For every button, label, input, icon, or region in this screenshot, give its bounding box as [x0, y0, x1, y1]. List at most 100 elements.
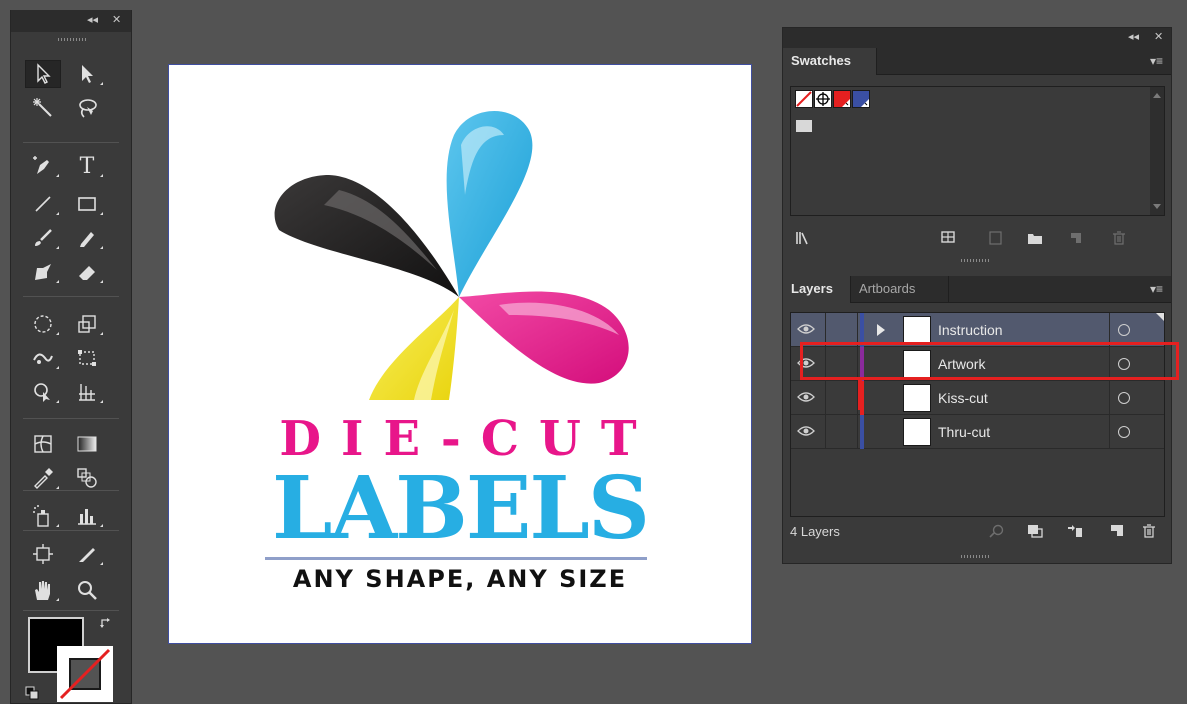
panel-resize-grip[interactable]: [961, 259, 989, 262]
gradient-tool[interactable]: [69, 430, 105, 458]
layer-color-indicator: [860, 415, 864, 449]
zoom-tool[interactable]: [69, 576, 105, 604]
blob-brush-tool[interactable]: [25, 258, 61, 286]
make-clipping-mask-icon[interactable]: [1027, 524, 1043, 538]
current-layer-indicator-icon: [1156, 313, 1164, 321]
paintbrush-icon: [35, 229, 52, 246]
layer-row-kiss-cut[interactable]: Kiss-cut: [791, 381, 1164, 415]
collapse-panel-icon[interactable]: ◂◂: [87, 13, 98, 26]
visibility-eye-icon[interactable]: [797, 425, 815, 437]
show-swatch-kinds-icon[interactable]: [941, 231, 957, 245]
rotate-tool[interactable]: [25, 310, 61, 338]
blend-tool[interactable]: [69, 464, 105, 492]
locate-object-icon[interactable]: [989, 524, 1005, 538]
panel-resize-grip[interactable]: [961, 555, 989, 558]
paintbrush-tool[interactable]: [25, 224, 61, 252]
panel-grip[interactable]: [58, 38, 86, 41]
symbol-sprayer-tool[interactable]: [25, 502, 61, 530]
perspective-grid-tool[interactable]: [69, 378, 105, 406]
create-new-layer-icon[interactable]: [1109, 524, 1125, 538]
pen-tool[interactable]: [25, 152, 61, 180]
new-swatch-icon[interactable]: [1068, 231, 1084, 245]
width-tool-icon: [33, 353, 53, 364]
tab-layers[interactable]: Layers: [783, 276, 851, 303]
expand-layer-arrow-icon[interactable]: [877, 324, 885, 336]
swatch-registration[interactable]: [814, 90, 832, 108]
layer-target-icon[interactable]: [1118, 392, 1130, 404]
eyedropper-tool[interactable]: [25, 464, 61, 492]
pencil-tool[interactable]: [69, 224, 105, 252]
swatch-blue[interactable]: [852, 90, 870, 108]
column-graph-icon: [78, 509, 96, 525]
direct-selection-tool[interactable]: [69, 60, 105, 88]
swatch-options-icon[interactable]: [988, 231, 1004, 245]
layer-thumbnail: [903, 350, 931, 378]
hand-tool[interactable]: [25, 576, 61, 604]
panel-dock: ◂◂ ✕ Swatches ▾≡ Layers Artboards ▾≡ Ins…: [782, 27, 1172, 564]
new-color-group-icon[interactable]: [1027, 231, 1043, 245]
scale-tool[interactable]: [69, 310, 105, 338]
selection-tool[interactable]: [25, 60, 61, 88]
scroll-down-icon: [1153, 204, 1161, 209]
layer-color-indicator: [860, 313, 864, 347]
registration-icon: [816, 92, 830, 106]
delete-swatch-icon[interactable]: [1111, 231, 1127, 245]
selection-arrow-icon: [37, 63, 51, 84]
swatches-menu-icon[interactable]: ▾≡: [1150, 54, 1163, 68]
tool-divider: [23, 530, 119, 531]
swatch-none[interactable]: [795, 90, 813, 108]
direct-selection-arrow-icon: [82, 65, 93, 83]
column-graph-tool[interactable]: [69, 502, 105, 530]
tab-artboards[interactable]: Artboards: [851, 276, 949, 303]
layer-target-icon[interactable]: [1118, 426, 1130, 438]
layer-name[interactable]: Instruction: [938, 313, 1003, 347]
tools-panel-header[interactable]: ◂◂ ✕: [11, 10, 131, 32]
lasso-tool[interactable]: [69, 94, 105, 122]
visibility-eye-icon[interactable]: [797, 323, 815, 335]
mesh-tool[interactable]: [25, 430, 61, 458]
slice-tool[interactable]: [69, 540, 105, 568]
type-tool[interactable]: T: [69, 152, 105, 180]
line-segment-icon: [35, 196, 51, 212]
layer-thumbnail: [903, 384, 931, 412]
close-dock-icon[interactable]: ✕: [1154, 30, 1163, 43]
default-fill-stroke-icon[interactable]: [25, 686, 39, 704]
layer-name[interactable]: Thru-cut: [938, 415, 990, 449]
close-panel-icon[interactable]: ✕: [112, 13, 121, 26]
layer-row-instruction[interactable]: Instruction: [791, 313, 1164, 347]
width-tool[interactable]: [25, 344, 61, 372]
panel-dock-header[interactable]: ◂◂ ✕: [783, 28, 1171, 48]
collapse-dock-icon[interactable]: ◂◂: [1128, 30, 1139, 43]
swatches-tab-bar: Swatches ▾≡: [783, 48, 1171, 75]
tab-swatches[interactable]: Swatches: [783, 48, 877, 75]
layer-row-artwork[interactable]: Artwork: [791, 347, 1164, 381]
delete-layer-icon[interactable]: [1141, 524, 1157, 538]
color-group-folder-icon[interactable]: [796, 120, 812, 132]
layer-row-thru-cut[interactable]: Thru-cut: [791, 415, 1164, 449]
visibility-eye-icon[interactable]: [797, 391, 815, 403]
perspective-grid-icon: [79, 384, 95, 401]
create-sublayer-icon[interactable]: [1067, 524, 1083, 538]
swatches-scrollbar[interactable]: [1150, 87, 1164, 215]
visibility-eye-icon[interactable]: [797, 357, 815, 369]
layers-menu-icon[interactable]: ▾≡: [1150, 282, 1163, 296]
shape-builder-tool[interactable]: [25, 378, 61, 406]
layer-name[interactable]: Artwork: [938, 347, 985, 381]
magic-wand-tool[interactable]: [25, 94, 61, 122]
artboard-tool[interactable]: [25, 540, 61, 568]
swatch-libraries-icon[interactable]: [795, 231, 811, 245]
artboard[interactable]: DIE-CUT LABELS ANY SHAPE, ANY SIZE: [168, 64, 752, 644]
rectangle-tool[interactable]: [69, 190, 105, 218]
eraser-tool[interactable]: [69, 258, 105, 286]
swatch-red[interactable]: [833, 90, 851, 108]
artboard-tool-icon: [33, 544, 53, 564]
stroke-color-swatch[interactable]: [57, 646, 113, 702]
layer-target-icon[interactable]: [1118, 324, 1130, 336]
layer-target-icon[interactable]: [1118, 358, 1130, 370]
swap-fill-stroke-icon[interactable]: [99, 616, 113, 635]
line-segment-tool[interactable]: [25, 190, 61, 218]
gradient-icon: [77, 436, 97, 452]
scroll-up-icon: [1153, 93, 1161, 98]
layer-name[interactable]: Kiss-cut: [938, 381, 988, 415]
free-transform-tool[interactable]: [69, 344, 105, 372]
